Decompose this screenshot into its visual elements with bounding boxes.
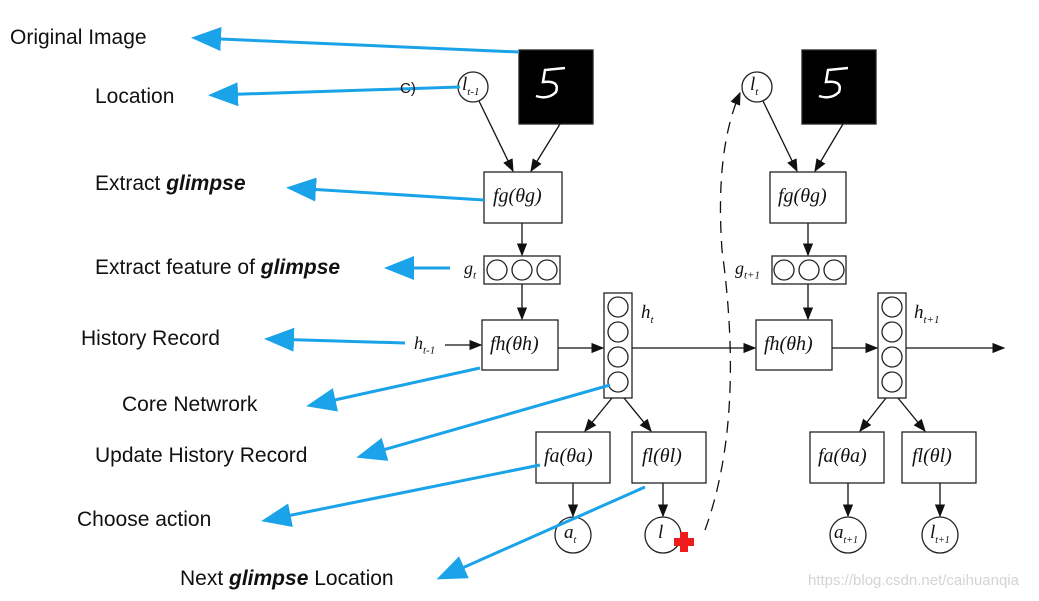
- node-fa-next: fa(θa): [818, 445, 867, 467]
- node-fa: fa(θa): [544, 445, 593, 467]
- node-g-t: gt: [464, 258, 477, 282]
- label-next-glimpse-location: Next glimpse Location: [180, 567, 394, 590]
- node-l-t: lt: [750, 74, 759, 98]
- label-extract-feature: Extract feature of glimpse: [95, 256, 341, 279]
- node-a-next: at+1: [834, 522, 859, 546]
- label-history-record: History Record: [81, 327, 220, 350]
- node-g-next: gt+1: [735, 258, 760, 282]
- node-fg: fg(θg): [493, 185, 542, 207]
- diagram: Original Image Location C) Extract glimp…: [0, 0, 1039, 601]
- watermark: https://blog.csdn.net/caihuanqia: [808, 572, 1019, 589]
- label-choose-action: Choose action: [77, 508, 212, 531]
- node-fg-next: fg(θg): [778, 185, 827, 207]
- node-fh-next: fh(θh): [764, 333, 813, 355]
- node-h-prev: ht-1: [414, 333, 436, 357]
- node-fh: fh(θh): [490, 333, 539, 355]
- node-h-t: ht: [641, 302, 654, 326]
- label-original-image: Original Image: [10, 26, 147, 49]
- label-location: Location: [95, 85, 175, 108]
- graph-nodes: [457, 49, 977, 554]
- node-h-next: ht+1: [914, 302, 940, 326]
- label-extract-glimpse: Extract glimpse: [95, 172, 246, 195]
- label-update-history: Update History Record: [95, 444, 308, 467]
- label-core-network: Core Netwrork: [122, 393, 258, 416]
- node-fl-next: fl(θl): [912, 445, 952, 467]
- node-l-next: lt+1: [930, 522, 950, 546]
- node-fl: fl(θl): [642, 445, 682, 467]
- node-a-t: at: [564, 522, 577, 546]
- stray-mark: C): [400, 80, 416, 97]
- node-l-out: l: [658, 522, 664, 543]
- node-l-prev: lt-1: [462, 74, 480, 98]
